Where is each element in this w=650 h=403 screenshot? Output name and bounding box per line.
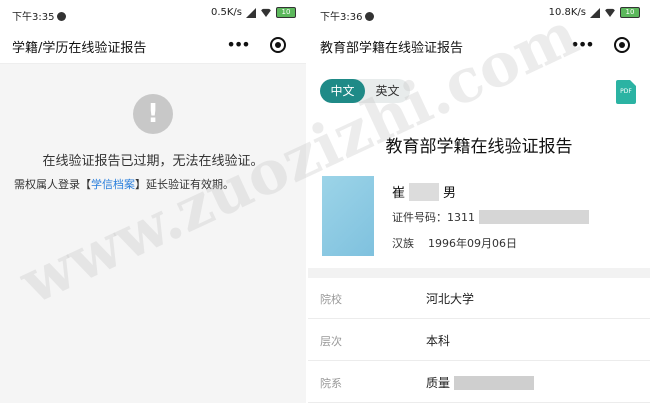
more-icon[interactable]: ••• — [570, 37, 594, 53]
network-speed: 0.5K/s — [210, 7, 242, 18]
xuexin-archive-link[interactable]: 学信档案 — [91, 178, 135, 191]
info-row-level: 层次 本科 — [308, 320, 650, 361]
status-bar: 下午3:36 10.8K/s 10 — [308, 0, 650, 28]
pdf-download-icon[interactable]: PDF — [616, 80, 636, 104]
notification-icon — [365, 12, 375, 21]
status-indicators: 0.5K/s 10 — [211, 7, 296, 18]
redacted-id — [479, 210, 589, 224]
login-hint: 需权属人登录【学信档案】延长验证有效期。 — [14, 178, 234, 191]
info-row-school: 院校 河北大学 — [308, 278, 650, 319]
tab-english[interactable]: 英文 — [365, 79, 410, 103]
report-title: 教育部学籍在线验证报告 — [385, 137, 573, 157]
page-title: 教育部学籍在线验证报告 — [320, 41, 464, 56]
network-speed: 10.8K/s — [548, 7, 586, 18]
battery-icon: 10 — [276, 7, 296, 18]
miniprogram-capsule: ••• — [216, 34, 296, 56]
student-name: 崔男 — [392, 182, 456, 201]
redacted-name — [409, 183, 440, 201]
wifi-icon — [604, 8, 616, 17]
close-target-icon[interactable] — [613, 37, 630, 53]
left-screen: 下午3:35 0.5K/s 10 学籍/学历在线验证报告 ••• ! 在线验证报… — [0, 0, 306, 403]
miniprogram-capsule: ••• — [560, 34, 640, 56]
nav-bar: 学籍/学历在线验证报告 ••• — [0, 28, 306, 64]
ethnicity: 汉族 — [392, 237, 414, 250]
status-time: 下午3:36 — [320, 8, 375, 23]
signal-icon — [246, 7, 256, 18]
ethnicity-birth: 汉族 1996年09月06日 — [392, 235, 531, 251]
language-tabs: 中文 英文 — [320, 79, 410, 103]
notification-icon — [57, 12, 67, 21]
wifi-icon — [260, 8, 272, 17]
signal-icon — [590, 7, 600, 18]
status-indicators: 10.8K/s 10 — [549, 7, 640, 18]
nav-bar: 教育部学籍在线验证报告 ••• — [308, 28, 650, 63]
right-screen: 下午3:36 10.8K/s 10 教育部学籍在线验证报告 ••• 中文 英文 … — [308, 0, 650, 403]
section-separator — [308, 268, 650, 278]
redacted-department — [454, 376, 535, 390]
close-target-icon[interactable] — [269, 37, 286, 53]
language-tabs-row: 中文 英文 PDF — [308, 72, 650, 110]
info-row-department: 院系 质量 — [308, 362, 650, 403]
student-photo — [322, 176, 374, 256]
more-icon[interactable]: ••• — [226, 37, 250, 53]
warning-icon: ! — [133, 94, 173, 134]
battery-icon: 10 — [620, 7, 640, 18]
status-bar: 下午3:35 0.5K/s 10 — [0, 0, 306, 28]
expired-message: 在线验证报告已过期，无法在线验证。 — [42, 154, 264, 169]
tab-chinese[interactable]: 中文 — [320, 79, 365, 103]
page-title: 学籍/学历在线验证报告 — [12, 41, 147, 56]
id-number: 证件号码：1311 — [392, 209, 589, 225]
birthdate: 1996年09月06日 — [428, 237, 517, 250]
status-time: 下午3:35 — [12, 8, 67, 23]
